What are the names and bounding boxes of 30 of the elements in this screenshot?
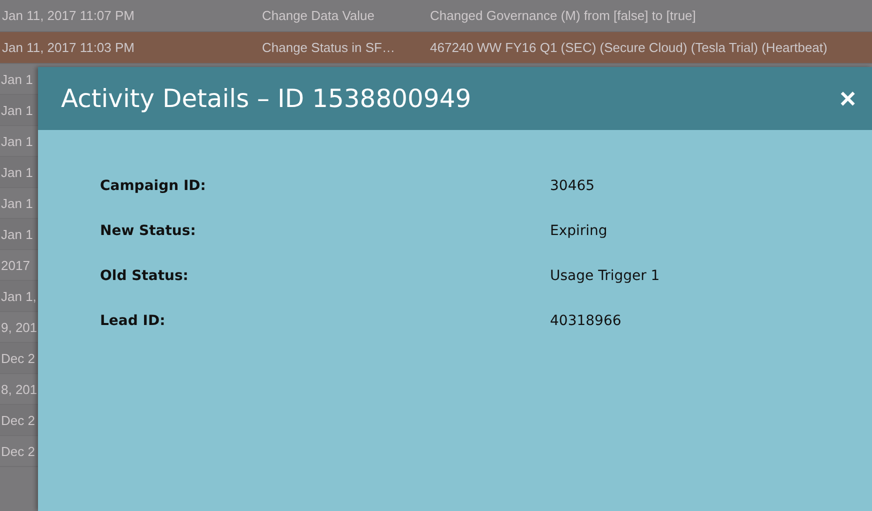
field-value: 30465 [550, 177, 596, 196]
type-cell-text: Change Status in SF… [261, 40, 396, 55]
date-cell: 2017 [0, 258, 30, 272]
activity-row[interactable]: Jan 11, 2017 11:03 PM Change Status in SF… 467240 WW FY16 Q1 (SEC) (Secure Cloud) (Tesla Trial) (Heartbeat) [0, 32, 872, 64]
date-cell: Dec 2 [0, 412, 35, 428]
date-cell: Jan 1 [0, 226, 33, 242]
dialog-title: Activity Details – ID 1538800949 [61, 84, 472, 113]
field-value: 40318966 [550, 312, 622, 331]
field-label: New Status: [100, 222, 197, 241]
date-cell-text: Jan 11, 2017 11:03 PM [1, 40, 136, 55]
date-cell: Jan 1, [0, 288, 36, 304]
detail-cell-text: Changed Governance (M) from [false] to [true] [429, 8, 697, 23]
date-cell: Jan 1 [0, 164, 33, 180]
field-label: Lead ID: [100, 312, 166, 331]
date-cell: Jan 1 [0, 196, 33, 210]
date-cell: Jan 1 [0, 134, 33, 148]
close-button[interactable]: × [840, 84, 856, 112]
type-cell-text: Change Data Value [261, 8, 376, 23]
date-cell: Jan 1 [0, 102, 33, 118]
date-cell: 8, 201 [0, 382, 38, 396]
date-cell: Dec 2 [0, 350, 35, 366]
field-label: Old Status: [100, 267, 190, 286]
date-cell: 9, 201 [0, 320, 38, 334]
field-value: Usage Trigger 1 [550, 267, 661, 286]
field-value: Expiring [550, 222, 608, 241]
date-cell: Dec 2 [0, 444, 35, 458]
detail-cell-text: 467240 WW FY16 Q1 (SEC) (Secure Cloud) (Tesla Trial) (Heartbeat) [429, 40, 828, 55]
date-cell: Jan 1 [0, 72, 33, 86]
field-label: Campaign ID: [100, 177, 207, 196]
date-cell-text: Jan 11, 2017 11:07 PM [1, 8, 136, 23]
